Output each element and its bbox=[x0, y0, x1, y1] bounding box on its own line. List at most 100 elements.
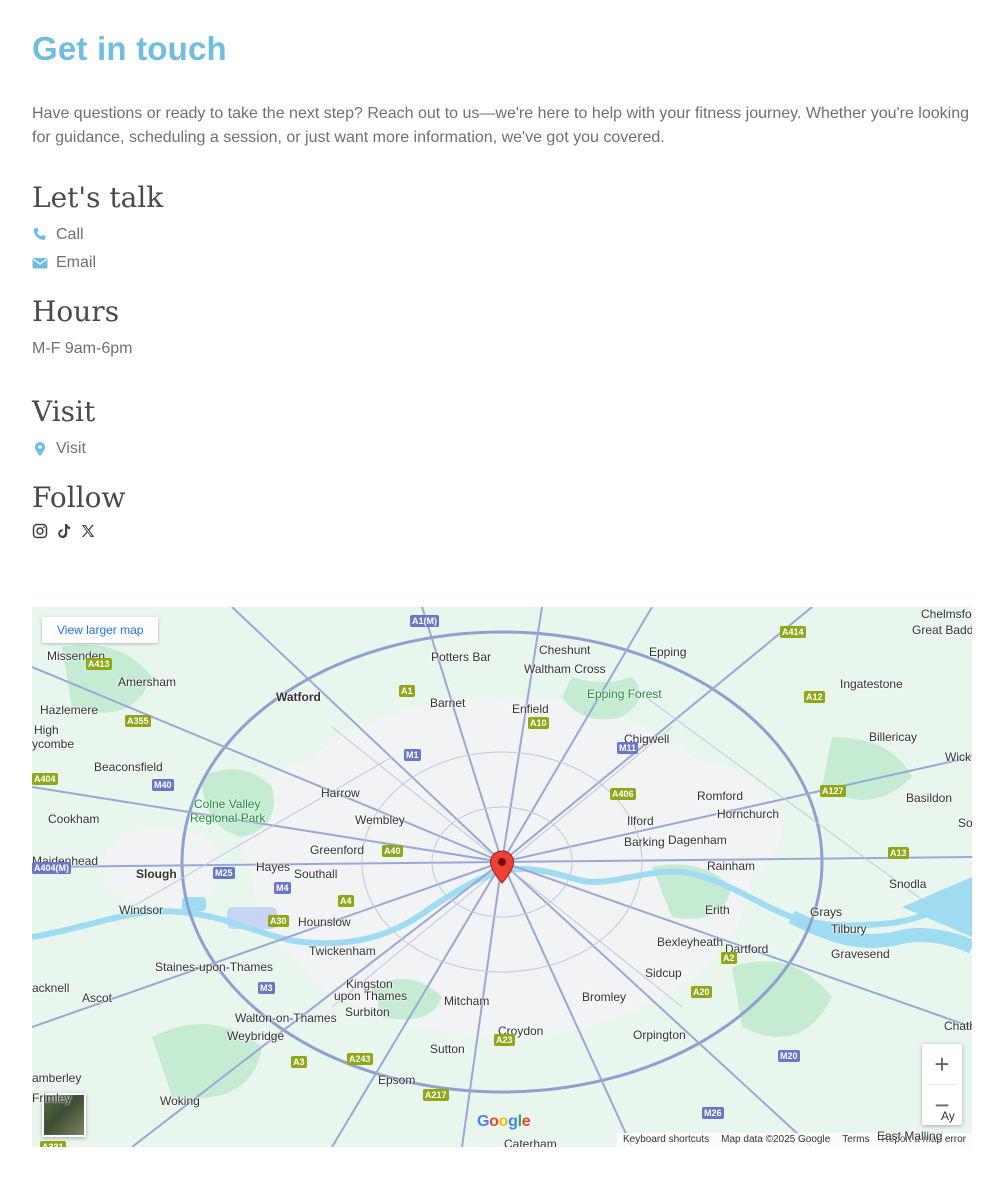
road-shield-label: M3 bbox=[258, 982, 275, 994]
map-place-label: Cheshunt bbox=[539, 643, 591, 657]
road-shield-label: A243 bbox=[347, 1053, 373, 1065]
map-place-label: Twickenham bbox=[309, 944, 376, 958]
map-place-label: Weybridge bbox=[227, 1029, 285, 1043]
hours-value: M-F 9am-6pm bbox=[32, 340, 133, 357]
map-place-label: Epping Forest bbox=[587, 687, 662, 701]
map-place-label: Sidcup bbox=[645, 966, 682, 980]
map-place-label: Slough bbox=[136, 867, 177, 881]
envelope-icon bbox=[32, 255, 48, 271]
map-place-label: Hornchurch bbox=[717, 807, 780, 821]
map-place-label: Caterham bbox=[504, 1137, 557, 1147]
road-shield-label: A20 bbox=[691, 986, 712, 998]
map-place-label: Enfield bbox=[512, 702, 549, 716]
map-place-label: Bromley bbox=[582, 990, 627, 1004]
map-place-label: Hazlemere bbox=[40, 703, 99, 717]
visit-link[interactable]: Visit bbox=[32, 440, 86, 458]
road-shield-label: A414 bbox=[780, 626, 806, 638]
map-place-label: upon Thames bbox=[334, 989, 408, 1003]
zoom-in-button[interactable]: + bbox=[922, 1044, 962, 1084]
map-place-label: Snodla bbox=[889, 877, 927, 891]
map-place-label: Ilford bbox=[627, 814, 654, 828]
keyboard-shortcuts-link[interactable]: Keyboard shortcuts bbox=[616, 1133, 716, 1147]
road-shield-label: A40 bbox=[382, 845, 403, 857]
phone-icon bbox=[32, 227, 48, 243]
road-shield-label: M1 bbox=[404, 749, 421, 761]
map-place-label: Epping bbox=[649, 645, 687, 659]
map-place-label: Grays bbox=[810, 905, 843, 919]
instagram-icon[interactable] bbox=[32, 523, 48, 539]
map-place-label: Ascot bbox=[82, 991, 113, 1005]
map-place-label: Frimley bbox=[32, 1091, 72, 1105]
road-shield-label: A1 bbox=[399, 685, 415, 697]
road-shield-label: A12 bbox=[804, 691, 825, 703]
map-place-label: Hayes bbox=[256, 860, 291, 874]
road-shield-label: A2 bbox=[721, 952, 737, 964]
map-place-label: ycombe bbox=[32, 737, 75, 751]
map-place-label: Regional Park bbox=[190, 811, 266, 825]
road-shield-label: M11 bbox=[617, 742, 639, 754]
road-shield-label: A13 bbox=[888, 847, 909, 859]
map-data-text: Map data ©2025 Google bbox=[715, 1133, 837, 1147]
road-shield-label: A30 bbox=[268, 915, 289, 927]
road-shield-label: M26 bbox=[702, 1107, 724, 1119]
map-place-label: Cookham bbox=[48, 812, 100, 826]
lets-talk-heading: Let's talk bbox=[32, 181, 164, 214]
terms-link[interactable]: Terms bbox=[836, 1133, 876, 1147]
map-place-label: Greenford bbox=[310, 843, 365, 857]
road-shield-label: A3 bbox=[291, 1056, 307, 1068]
map-place-label: Waltham Cross bbox=[524, 662, 606, 676]
road-shield-label: A127 bbox=[820, 785, 846, 797]
map-place-label: Harrow bbox=[321, 786, 360, 800]
map-place-label: Staines-upon-Thames bbox=[155, 960, 274, 974]
map-place-label: Billericay bbox=[869, 730, 918, 744]
map-place-label: Orpington bbox=[633, 1028, 686, 1042]
map-place-label: High bbox=[34, 723, 59, 737]
x-icon[interactable] bbox=[80, 523, 96, 539]
road-shield-label: M40 bbox=[152, 779, 174, 791]
follow-heading: Follow bbox=[32, 481, 126, 514]
map-place-label: Chath bbox=[944, 1019, 972, 1033]
road-shield-label: A413 bbox=[86, 658, 112, 670]
embedded-map[interactable]: View larger map Google + − Keyboard shor… bbox=[32, 607, 972, 1147]
email-label: Email bbox=[56, 254, 97, 271]
map-place-label: Sutton bbox=[430, 1042, 465, 1056]
map-place-label: Bexleyheath bbox=[657, 935, 724, 949]
map-place-label: Southall bbox=[294, 867, 338, 881]
view-larger-map-link[interactable]: View larger map bbox=[42, 617, 159, 643]
map-place-label: Dagenham bbox=[668, 833, 727, 847]
map-place-label: Amersham bbox=[118, 675, 177, 689]
call-label: Call bbox=[56, 226, 84, 243]
road-shield-label: A355 bbox=[125, 715, 151, 727]
map-place-label: Rainham bbox=[707, 859, 756, 873]
road-shield-label: A4 bbox=[338, 895, 354, 907]
road-shield-label: A1(M) bbox=[410, 615, 439, 627]
visit-heading: Visit bbox=[32, 395, 96, 428]
map-place-label: Erith bbox=[705, 903, 730, 917]
map-place-label: Hounslow bbox=[298, 915, 351, 929]
call-link[interactable]: Call bbox=[32, 226, 84, 244]
map-place-label: Surbiton bbox=[345, 1005, 390, 1019]
map-place-label: Ay bbox=[941, 1109, 955, 1123]
location-pin-icon[interactable] bbox=[489, 850, 515, 889]
road-shield-label: A406 bbox=[610, 788, 636, 800]
map-place-label: East Malling bbox=[877, 1129, 943, 1143]
tiktok-icon[interactable] bbox=[56, 523, 72, 539]
road-shield-label: A331 bbox=[40, 1141, 66, 1147]
map-place-label: So bbox=[958, 816, 972, 830]
road-shield-label: A217 bbox=[423, 1089, 449, 1101]
road-shield-label: A404(M) bbox=[32, 862, 72, 874]
map-place-label: Epsom bbox=[378, 1073, 416, 1087]
intro-paragraph: Have questions or ready to take the next… bbox=[32, 105, 969, 146]
map-place-label: Ingatestone bbox=[840, 677, 903, 691]
map-place-label: Potters Bar bbox=[431, 650, 492, 664]
road-shield-label: A404 bbox=[32, 773, 58, 785]
map-place-label: Wickf bbox=[945, 750, 972, 764]
map-place-label: Chelmsford bbox=[921, 607, 972, 621]
social-links bbox=[32, 523, 96, 539]
road-shield-label: A10 bbox=[528, 717, 549, 729]
email-link[interactable]: Email bbox=[32, 254, 96, 272]
visit-label: Visit bbox=[56, 440, 86, 457]
map-place-label: Gravesend bbox=[831, 947, 890, 961]
google-logo: Google bbox=[477, 1113, 531, 1130]
map-place-label: Barnet bbox=[430, 696, 466, 710]
